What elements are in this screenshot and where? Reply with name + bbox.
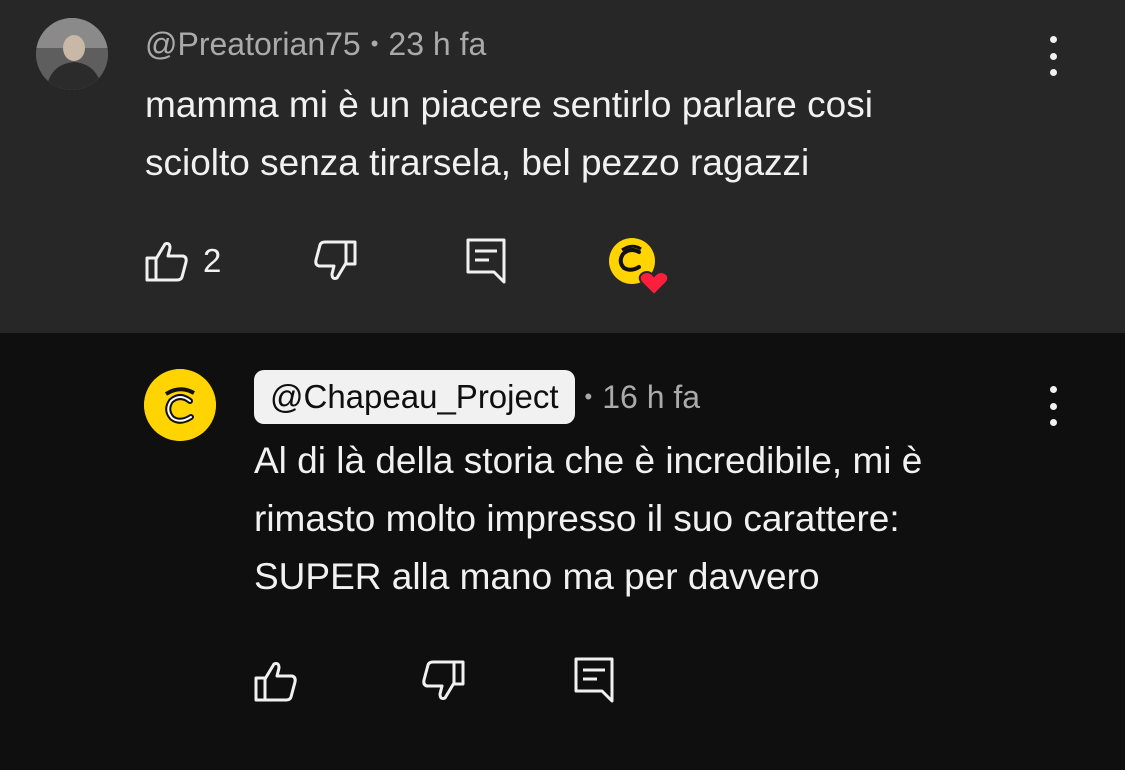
dislike-button[interactable] [421,660,465,702]
comment-timestamp[interactable]: 23 h fa [388,26,486,63]
comment-thread-main: @Preatorian75 • 23 h fa mamma mi è un pi… [0,0,1125,333]
reply-author-chip[interactable]: @Chapeau_Project [254,370,575,424]
comment-meta: @Preatorian75 • 23 h fa [145,24,486,64]
channel-avatar[interactable] [144,369,216,441]
comment-author[interactable]: @Preatorian75 [145,26,361,63]
thumbs-down-icon [421,660,465,702]
thumbs-down-icon [313,240,357,282]
comment-text: mamma mi è un piacere sentirlo parlare c… [145,84,873,183]
like-count: 2 [203,242,222,279]
creator-heart-icon [608,237,672,297]
reply-button[interactable] [573,656,615,704]
dislike-button[interactable] [313,240,357,282]
meta-separator: • [370,31,379,56]
comment-reply: @Chapeau_Project • 16 h fa Al di là dell… [0,333,1125,770]
more-vertical-icon[interactable] [1033,34,1073,78]
thumbs-up-icon [145,240,189,282]
reply-text: Al di là della storia che è incredibile,… [254,440,923,597]
user-avatar[interactable] [36,18,108,90]
meta-separator: • [584,384,593,409]
reply-timestamp[interactable]: 16 h fa [602,379,700,416]
comment-icon [465,237,507,285]
more-vertical-icon[interactable] [1033,384,1073,428]
reply-button[interactable] [465,237,507,285]
reply-meta: @Chapeau_Project • 16 h fa [254,370,700,424]
comment-icon [573,656,615,704]
like-button[interactable] [254,660,298,702]
like-button[interactable]: 2 [145,240,221,282]
thumbs-up-icon [254,660,298,702]
